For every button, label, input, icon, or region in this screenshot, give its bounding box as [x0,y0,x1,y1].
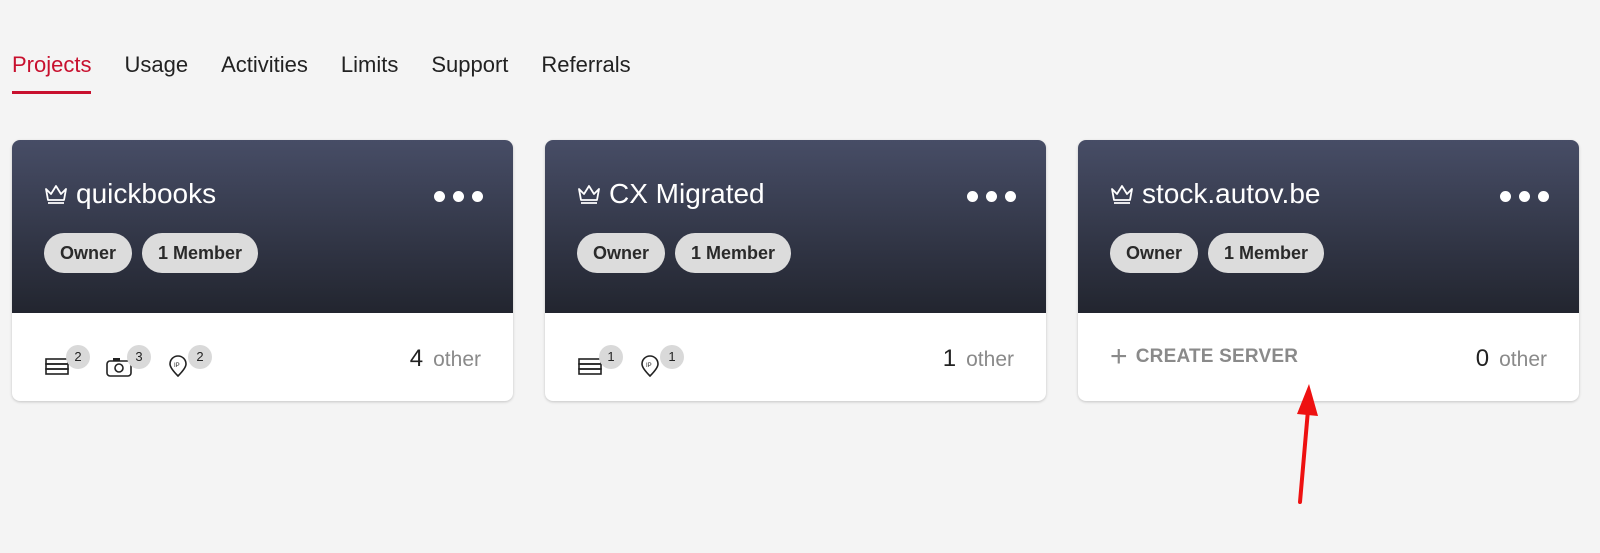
members-badge[interactable]: 1 Member [1208,233,1325,273]
role-badge: Owner [577,233,666,273]
tab-support[interactable]: Support [431,48,508,94]
project-title[interactable]: stock.autov.be [1110,178,1320,210]
other-label: other [1499,348,1547,371]
svg-text:IP: IP [174,363,180,369]
project-card[interactable]: CX Migrated Owner 1 Member 1 IP 1 1 othe… [545,140,1046,401]
project-title[interactable]: quickbooks [44,178,216,210]
other-label: other [966,348,1014,371]
role-badge: Owner [44,233,133,273]
project-card-footer: 1 IP 1 1 other [545,313,1046,401]
project-card-header: stock.autov.be Owner 1 Member [1078,140,1579,313]
members-badge[interactable]: 1 Member [675,233,792,273]
project-card-footer: + CREATE SERVER 0 other [1078,313,1579,401]
project-card[interactable]: quickbooks Owner 1 Member 2 3 IP 2 4 oth… [12,140,513,401]
more-options-icon[interactable] [434,191,483,202]
members-badge[interactable]: 1 Member [142,233,259,273]
project-title-text: quickbooks [76,178,217,209]
other-resources[interactable]: 1 other [943,345,1014,373]
resource-count-badge: 3 [127,345,151,369]
project-title[interactable]: CX Migrated [577,178,765,210]
project-card-footer: 2 3 IP 2 4 other [12,313,513,401]
resource-count-badge: 2 [66,345,90,369]
project-tabs: Projects Usage Activities Limits Support… [12,48,664,94]
other-resources[interactable]: 0 other [1476,345,1547,373]
crown-icon [45,185,67,204]
create-server-label: CREATE SERVER [1135,346,1299,367]
tab-referrals[interactable]: Referrals [541,48,630,94]
more-options-icon[interactable] [1500,191,1549,202]
project-card-header: quickbooks Owner 1 Member [12,140,513,313]
resource-count-badge: 2 [188,345,212,369]
other-count: 4 [409,345,424,372]
server-icon[interactable]: 2 [44,345,90,377]
svg-text:IP: IP [646,363,652,369]
other-count: 1 [942,345,957,372]
project-title-text: stock.autov.be [1142,178,1321,209]
more-options-icon[interactable] [967,191,1016,202]
tab-limits[interactable]: Limits [341,48,398,94]
resource-count-badge: 1 [660,345,684,369]
project-card-header: CX Migrated Owner 1 Member [545,140,1046,313]
resource-count-badge: 1 [599,345,623,369]
tab-usage[interactable]: Usage [124,48,188,94]
project-title-text: CX Migrated [609,178,765,209]
crown-icon [578,185,600,204]
tab-projects[interactable]: Projects [12,48,92,94]
tab-activities[interactable]: Activities [221,48,308,94]
red-arrow-annotation [1297,384,1318,504]
other-count: 0 [1475,345,1490,372]
ip-pin-icon[interactable]: IP 2 [166,345,212,377]
other-label: other [433,348,481,371]
crown-icon [1111,185,1133,204]
create-server-button[interactable]: + CREATE SERVER [1110,340,1299,373]
ip-pin-icon[interactable]: IP 1 [638,345,684,377]
role-badge: Owner [1110,233,1199,273]
project-card[interactable]: stock.autov.be Owner 1 Member + CREATE S… [1078,140,1579,401]
plus-icon: + [1110,340,1128,373]
server-icon[interactable]: 1 [577,345,623,377]
other-resources[interactable]: 4 other [410,345,481,373]
snapshot-icon[interactable]: 3 [105,345,151,377]
